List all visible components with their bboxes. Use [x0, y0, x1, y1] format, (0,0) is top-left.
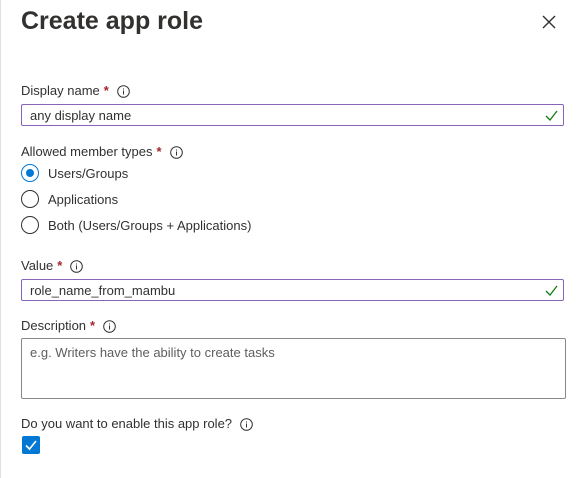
close-icon[interactable]: [538, 11, 560, 33]
valid-check-icon: [545, 285, 558, 296]
checkmark-icon: [25, 440, 37, 451]
radio-label: Both (Users/Groups + Applications): [48, 217, 252, 233]
radio-label: Applications: [48, 191, 119, 207]
display-name-label: Display name: [21, 83, 100, 98]
info-icon[interactable]: [70, 259, 84, 273]
info-icon[interactable]: [117, 84, 130, 98]
radio-option-users-groups[interactable]: Users/Groups: [21, 164, 128, 182]
radio-selected-icon[interactable]: [21, 164, 39, 182]
description-placeholder: e.g. Writers have the ability to create …: [30, 345, 275, 360]
radio-option-applications[interactable]: Applications: [21, 190, 118, 208]
valid-check-icon: [545, 110, 558, 121]
value-input-value: role_name_from_mambu: [30, 282, 176, 298]
info-icon[interactable]: [169, 145, 183, 159]
enable-role-label: Do you want to enable this app role?: [21, 416, 233, 431]
display-name-input[interactable]: any display name: [21, 104, 564, 126]
description-textarea[interactable]: e.g. Writers have the ability to create …: [21, 338, 566, 399]
display-name-value: any display name: [30, 107, 132, 123]
radio-label: Users/Groups: [48, 165, 129, 181]
description-label-row: Description *: [21, 317, 116, 335]
value-label-row: Value *: [21, 257, 84, 275]
description-label: Description: [21, 318, 87, 333]
value-input[interactable]: role_name_from_mambu: [21, 279, 564, 301]
enable-role-checkbox[interactable]: [22, 436, 40, 454]
required-indicator: *: [90, 318, 96, 333]
panel-divider: [0, 0, 1, 478]
value-label: Value: [21, 258, 54, 273]
radio-option-both[interactable]: Both (Users/Groups + Applications): [21, 216, 251, 234]
info-icon[interactable]: [240, 417, 253, 431]
display-name-label-row: Display name *: [21, 82, 130, 100]
enable-role-label-row: Do you want to enable this app role?: [21, 415, 253, 433]
required-indicator: *: [156, 144, 162, 159]
panel-title: Create app role: [21, 7, 204, 35]
required-indicator: *: [57, 258, 63, 273]
member-types-label: Allowed member types: [21, 144, 153, 159]
radio-unselected-icon[interactable]: [21, 190, 39, 208]
radio-unselected-icon[interactable]: [21, 216, 39, 234]
required-indicator: *: [103, 83, 109, 98]
info-icon[interactable]: [103, 319, 116, 333]
member-types-label-row: Allowed member types *: [21, 143, 183, 161]
